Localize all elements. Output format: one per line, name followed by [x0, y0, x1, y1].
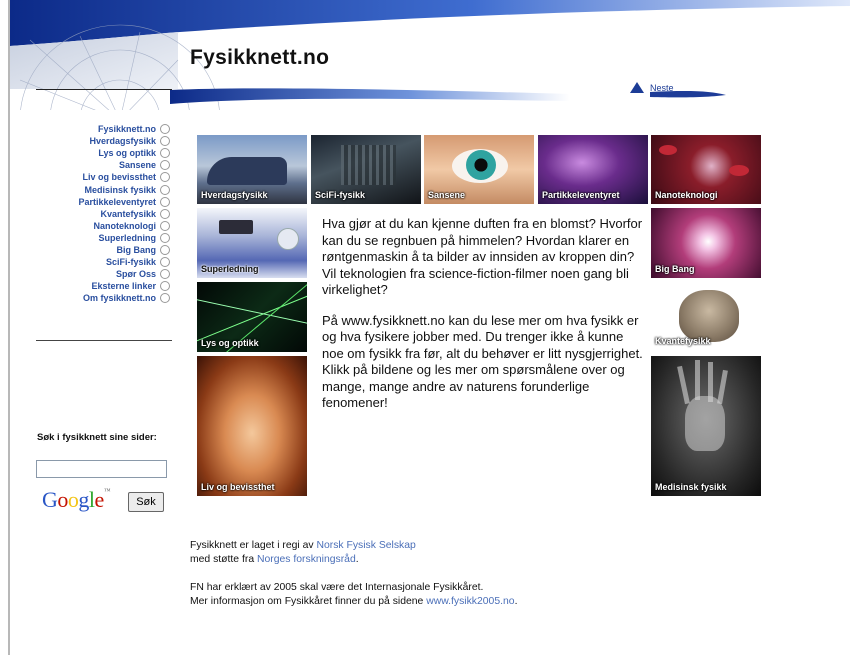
intro-text: Hva gjør at du kan kjenne duften fra en …: [322, 216, 645, 426]
tile-lys-og-optikk[interactable]: Lys og optikk: [197, 282, 307, 352]
header-swoosh-graphic: [10, 0, 850, 110]
circle-bullet-icon: [160, 293, 170, 304]
sidebar-item-label: Partikkeleventyret: [78, 196, 156, 207]
sidebar-item-liv-og-bevissthet[interactable]: Liv og bevissthet: [36, 171, 170, 183]
sidebar-item-fysikknett[interactable]: Fysikknett.no: [36, 123, 170, 135]
intro-paragraph: På www.fysikknett.no kan du lese mer om …: [322, 312, 643, 411]
footer-text: .: [355, 554, 359, 565]
site-title: Fysikknett.no: [190, 46, 330, 69]
footer: Fysikknett er laget i regi av Norsk Fysi…: [190, 539, 517, 623]
sidebar-item-label: Kvantefysikk: [100, 208, 156, 219]
intro-paragraph: Hva gjør at du kan kjenne duften fra en …: [322, 216, 643, 297]
norsk-fysisk-selskap-link[interactable]: Norsk Fysisk Selskap: [316, 540, 415, 551]
sidebar-item-label: Lys og optikk: [98, 148, 156, 159]
tile-label: SciFi-fysikk: [315, 190, 366, 200]
tile-superledning[interactable]: Superledning: [197, 208, 307, 278]
sidebar-nav: Fysikknett.no Hverdagsfysikk Lys og opti…: [36, 123, 170, 304]
circle-bullet-icon: [160, 232, 170, 243]
sidebar-item-kvantefysikk[interactable]: Kvantefysikk: [36, 208, 170, 220]
circle-bullet-icon: [160, 257, 170, 268]
sidebar-divider-bottom: [36, 340, 172, 341]
tile-label: Nanoteknologi: [655, 190, 718, 200]
sidebar-item-label: Om fysikknett.no: [82, 293, 156, 304]
tile-kvantefysikk[interactable]: Kvantefysikk: [651, 282, 761, 352]
tile-label: Kvantefysikk: [655, 336, 711, 346]
sidebar-item-superledning[interactable]: Superledning: [36, 232, 170, 244]
sidebar-item-label: Sansene: [118, 160, 156, 171]
search-label: Søk i fysikknett sine sider:: [37, 432, 157, 443]
sidebar-item-label: Fysikknett.no: [97, 124, 156, 135]
sidebar-item-lys-og-optikk[interactable]: Lys og optikk: [36, 147, 170, 159]
sidebar-divider-top: [36, 89, 172, 90]
tile-big-bang[interactable]: Big Bang: [651, 208, 761, 278]
search-input[interactable]: [36, 460, 167, 478]
google-logo: Google™: [42, 487, 111, 512]
sidebar-item-label: Eksterne linker: [91, 281, 156, 292]
footer-text: Fysikknett er laget i regi av: [190, 540, 317, 551]
sidebar-item-label: Big Bang: [116, 244, 157, 255]
circle-bullet-icon: [160, 124, 170, 135]
footer-text: .: [514, 596, 518, 607]
sidebar-item-label: Hverdagsfysikk: [89, 136, 156, 147]
fysikk2005-link[interactable]: www.fysikk2005.no: [426, 596, 514, 607]
footer-fysikkaret: FN har erklært av 2005 skal være det Int…: [190, 581, 517, 609]
up-arrow-icon: [630, 82, 644, 93]
circle-bullet-icon: [160, 281, 170, 292]
sidebar-item-eksterne-linker[interactable]: Eksterne linker: [36, 280, 170, 292]
sidebar-item-om-fysikknett[interactable]: Om fysikknett.no: [36, 292, 170, 304]
circle-bullet-icon: [160, 196, 170, 207]
circle-bullet-icon: [160, 136, 170, 147]
circle-bullet-icon: [160, 208, 170, 219]
tile-nanoteknologi[interactable]: Nanoteknologi: [651, 135, 761, 204]
tile-label: Hverdagsfysikk: [201, 190, 268, 200]
search-button[interactable]: Søk: [128, 492, 164, 512]
sidebar-item-nanoteknologi[interactable]: Nanoteknologi: [36, 220, 170, 232]
tile-label: Sansene: [428, 190, 466, 200]
circle-bullet-icon: [160, 160, 170, 171]
circle-bullet-icon: [160, 148, 170, 159]
tile-label: Big Bang: [655, 264, 695, 274]
sidebar-item-big-bang[interactable]: Big Bang: [36, 244, 170, 256]
sidebar-item-scifi-fysikk[interactable]: SciFi-fysikk: [36, 256, 170, 268]
sidebar-item-sansene[interactable]: Sansene: [36, 159, 170, 171]
tile-medisinsk-fysikk[interactable]: Medisinsk fysikk: [651, 356, 761, 496]
sidebar-item-partikkeleventyret[interactable]: Partikkeleventyret: [36, 196, 170, 208]
sidebar-item-label: Nanoteknologi: [93, 220, 157, 231]
sidebar-item-medisinsk-fysikk[interactable]: Medisinsk fysikk: [36, 183, 170, 195]
circle-bullet-icon: [160, 244, 170, 255]
tile-hverdagsfysikk[interactable]: Hverdagsfysikk: [197, 135, 307, 204]
footer-text: Mer informasjon om Fysikkåret finner du …: [190, 596, 427, 607]
circle-bullet-icon: [160, 172, 170, 183]
footer-text: med støtte fra: [190, 554, 257, 565]
tile-partikkeleventyret[interactable]: Partikkeleventyret: [538, 135, 648, 204]
footer-text: FN har erklært av 2005 skal være det Int…: [190, 582, 484, 593]
sidebar-item-label: Spør Oss: [115, 269, 156, 280]
sidebar-item-label: Liv og bevissthet: [82, 172, 156, 183]
tile-label: Lys og optikk: [201, 338, 259, 348]
circle-bullet-icon: [160, 220, 170, 231]
circle-bullet-icon: [160, 269, 170, 280]
sidebar-item-label: SciFi-fysikk: [105, 257, 156, 268]
tile-label: Medisinsk fysikk: [655, 482, 727, 492]
tile-label: Partikkeleventyret: [542, 190, 620, 200]
next-label: Neste: [650, 82, 674, 93]
next-link[interactable]: Neste: [630, 82, 674, 93]
tile-scifi-fysikk[interactable]: SciFi-fysikk: [311, 135, 421, 204]
forskningsrad-link[interactable]: Norges forskningsråd: [257, 554, 356, 565]
sidebar-item-hverdagsfysikk[interactable]: Hverdagsfysikk: [36, 135, 170, 147]
sidebar-item-spor-oss[interactable]: Spør Oss: [36, 268, 170, 280]
sidebar-item-label: Medisinsk fysikk: [84, 184, 156, 195]
tile-label: Liv og bevissthet: [201, 482, 275, 492]
tile-label: Superledning: [201, 264, 259, 274]
sidebar-item-label: Superledning: [98, 232, 156, 243]
tile-sansene[interactable]: Sansene: [424, 135, 534, 204]
tile-liv-og-bevissthet[interactable]: Liv og bevissthet: [197, 356, 307, 496]
footer-credits: Fysikknett er laget i regi av Norsk Fysi…: [190, 539, 517, 567]
circle-bullet-icon: [160, 184, 170, 195]
